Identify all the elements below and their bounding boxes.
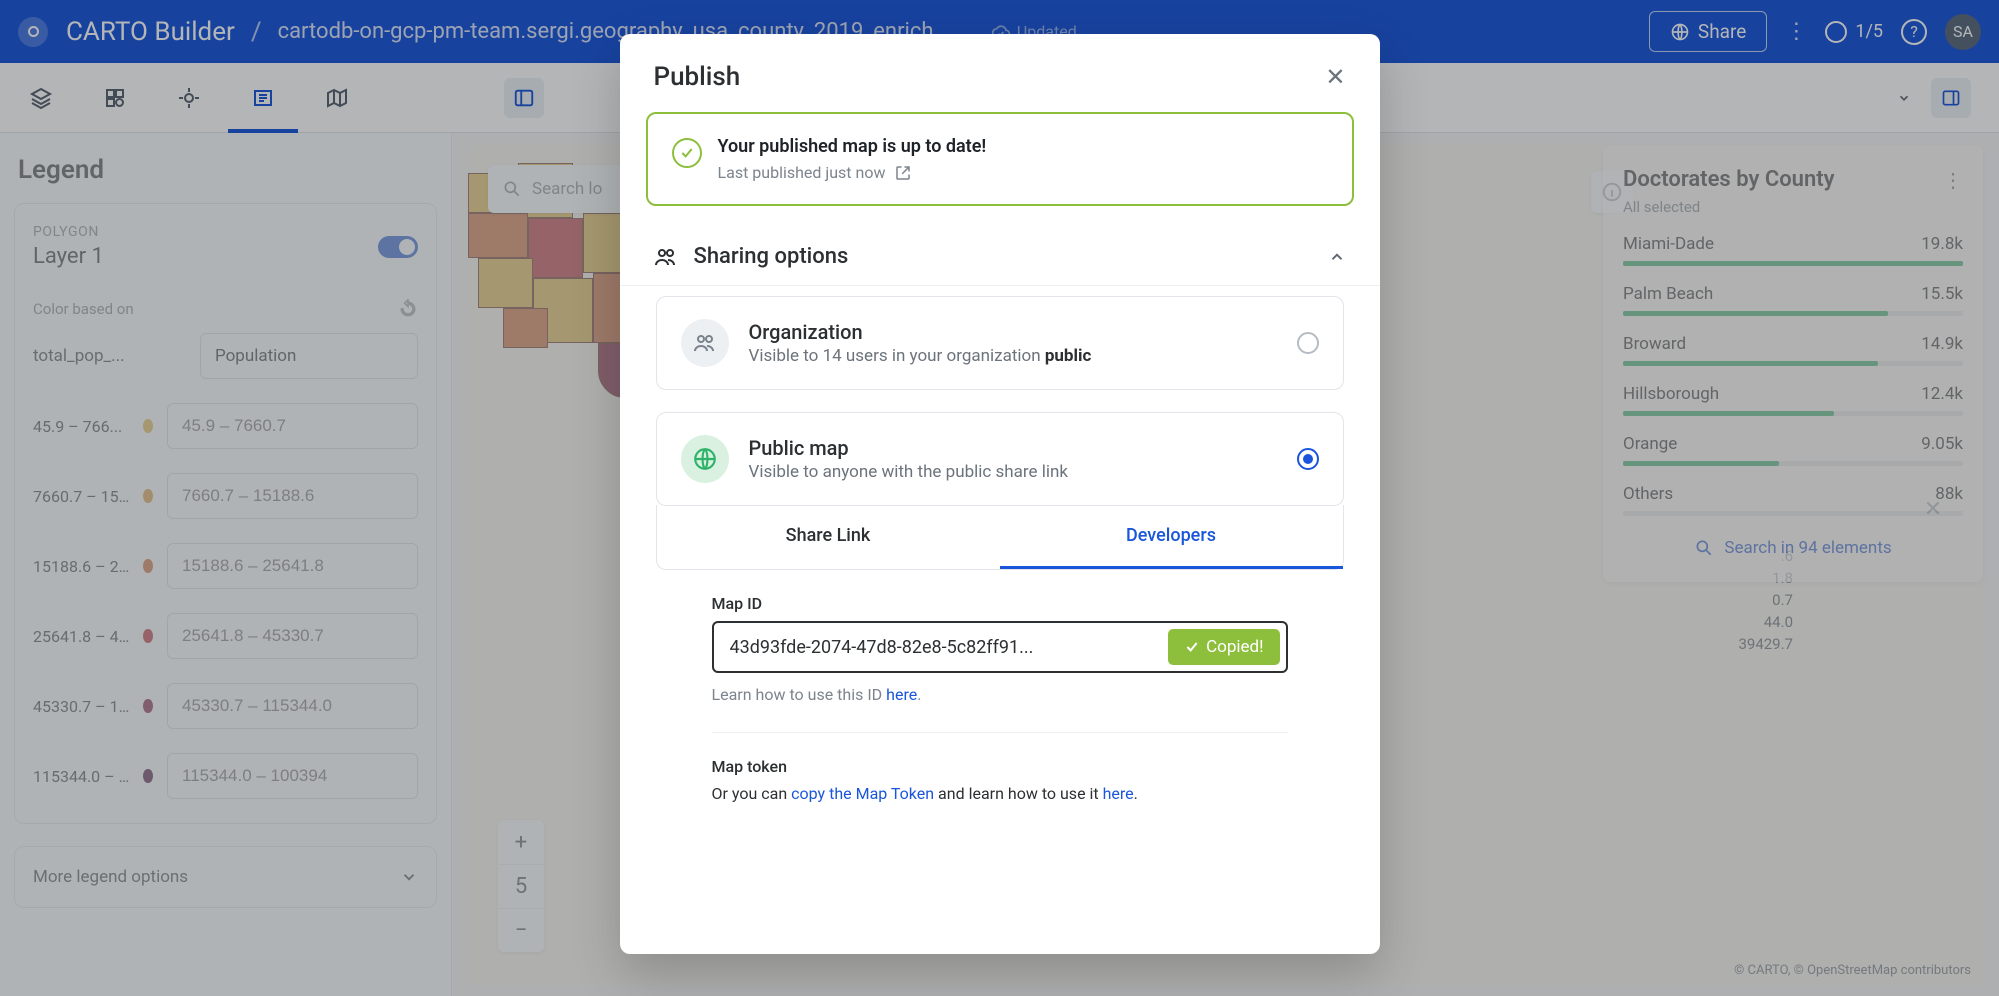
- copy-label: Copied!: [1206, 637, 1263, 657]
- open-external-icon[interactable]: [894, 164, 912, 182]
- tab-share-link[interactable]: Share Link: [657, 505, 1000, 569]
- map-token-label: Map token: [712, 757, 1288, 776]
- map-id-label: Map ID: [712, 594, 1288, 613]
- globe-icon: [681, 435, 729, 483]
- status-subtitle: Last published just now: [718, 163, 886, 182]
- token-learn-link[interactable]: here: [1103, 784, 1134, 803]
- learn-link[interactable]: here: [886, 685, 917, 704]
- copy-button[interactable]: Copied!: [1168, 629, 1279, 665]
- map-id-value[interactable]: 43d93fde-2074-47d8-82e8-5c82ff91...: [730, 637, 1159, 658]
- tab-developers[interactable]: Developers: [1000, 505, 1343, 569]
- sharing-options-header[interactable]: Sharing options: [620, 206, 1380, 286]
- publish-status-card: Your published map is up to date! Last p…: [646, 112, 1354, 206]
- developers-panel: Map ID 43d93fde-2074-47d8-82e8-5c82ff91.…: [656, 570, 1344, 803]
- status-title: Your published map is up to date!: [718, 136, 987, 157]
- share-tabs: Share Link Developers: [656, 505, 1344, 570]
- check-circle-icon: [672, 138, 702, 168]
- radio-selected[interactable]: [1297, 448, 1319, 470]
- option-subtitle: Visible to 14 users in your organization…: [749, 346, 1092, 366]
- org-icon: [681, 319, 729, 367]
- modal-close-button[interactable]: ✕: [1325, 63, 1345, 91]
- check-icon: [1184, 639, 1200, 655]
- sharing-option-list: Organization Visible to 14 users in your…: [620, 286, 1380, 803]
- section-title: Sharing options: [694, 244, 849, 269]
- option-subtitle: Visible to anyone with the public share …: [749, 462, 1069, 482]
- modal-title: Publish: [654, 62, 741, 92]
- radio-unselected[interactable]: [1297, 332, 1319, 354]
- copy-token-link[interactable]: copy the Map Token: [791, 784, 934, 803]
- people-icon: [654, 245, 678, 269]
- divider: [712, 732, 1288, 733]
- map-token-help: Or you can copy the Map Token and learn …: [712, 784, 1288, 803]
- modal-overlay[interactable]: Publish ✕ Your published map is up to da…: [0, 0, 1999, 996]
- map-id-field: 43d93fde-2074-47d8-82e8-5c82ff91... Copi…: [712, 621, 1288, 673]
- organization-option[interactable]: Organization Visible to 14 users in your…: [656, 296, 1344, 390]
- map-id-help: Learn how to use this ID here.: [712, 685, 1288, 704]
- option-title: Organization: [749, 320, 1092, 344]
- publish-modal: Publish ✕ Your published map is up to da…: [620, 34, 1380, 954]
- chevron-up-icon: [1328, 248, 1346, 266]
- option-title: Public map: [749, 436, 1069, 460]
- public-map-option[interactable]: Public map Visible to anyone with the pu…: [656, 412, 1344, 506]
